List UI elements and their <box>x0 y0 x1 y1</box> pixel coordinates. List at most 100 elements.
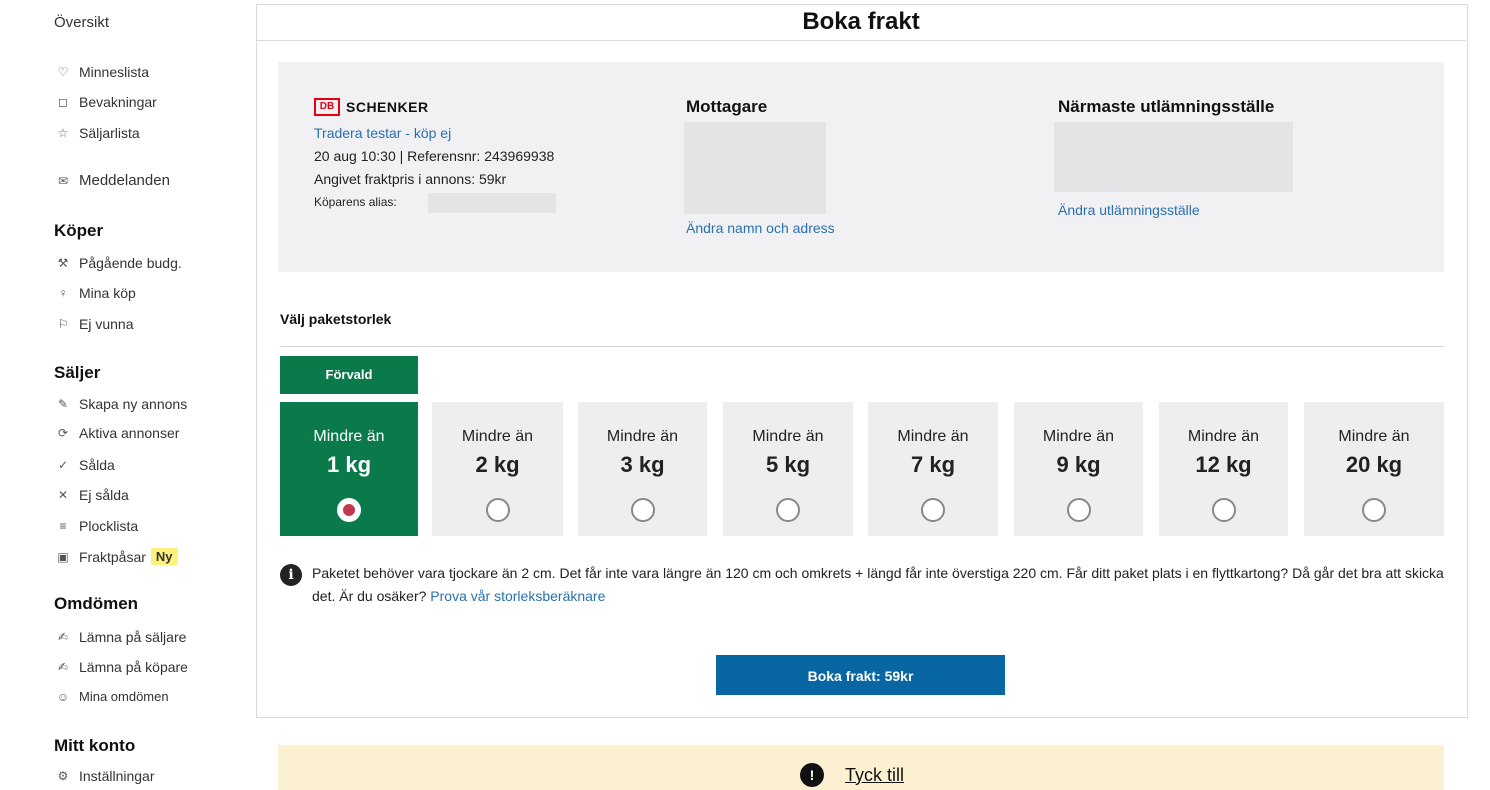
size-calculator-link[interactable]: Prova vår storleksberäknare <box>430 588 605 604</box>
package-option[interactable]: Mindre än 2 kg <box>432 402 563 536</box>
edit-icon: ✍ <box>57 630 69 644</box>
package-radio[interactable] <box>776 498 800 522</box>
recipient-title: Mottagare <box>686 97 768 116</box>
tag-icon: ⟳ <box>57 426 69 440</box>
package-radio[interactable] <box>1066 498 1091 522</box>
feedback-link[interactable]: ! Tyck till <box>800 763 904 787</box>
package-radio[interactable] <box>1211 498 1236 522</box>
lost-icon: ⚐ <box>57 317 69 331</box>
sidebar-heading-buyer: Köper <box>54 221 104 240</box>
carrier-name: SCHENKER <box>346 99 429 115</box>
package-option[interactable]: Mindre än 9 kg <box>1014 402 1143 536</box>
bag-icon: ♀ <box>58 286 68 300</box>
sidebar-heading-reviews: Omdömen <box>54 594 139 613</box>
date-reference: 20 aug 10:30 | Referensnr: 243969938 <box>314 148 555 164</box>
package-prefix: Mindre än <box>461 428 534 445</box>
package-radio[interactable] <box>485 498 510 522</box>
sidebar-item-label: Aktiva annonser <box>79 425 180 441</box>
sidebar-item-create-listing[interactable]: ✎ Skapa ny annons <box>54 396 187 412</box>
sidebar: Översikt ♡ Minneslista ◻ Bevakningar ☆ S… <box>0 0 250 790</box>
cross-icon: ✕ <box>57 488 69 502</box>
package-size: 9 kg <box>1056 452 1101 477</box>
sidebar-item-not-sold[interactable]: ✕ Ej sålda <box>54 487 129 503</box>
package-size: 20 kg <box>1345 452 1403 477</box>
package-size: 12 kg <box>1195 452 1252 477</box>
sidebar-item-picklist[interactable]: ≡ Plocklista <box>54 518 138 534</box>
heart-icon: ♡ <box>57 65 69 79</box>
package-option[interactable]: Mindre än 1 kg <box>280 402 418 536</box>
package-size: 7 kg <box>910 452 956 477</box>
sidebar-item-overview[interactable]: Översikt <box>54 14 109 31</box>
sidebar-item-label: Mina köp <box>79 285 136 301</box>
package-prefix: Mindre än <box>313 428 385 445</box>
star-icon: ☆ <box>57 126 69 140</box>
sidebar-item-settings[interactable]: ⚙ Inställningar <box>54 768 155 784</box>
sidebar-item-watches[interactable]: ◻ Bevakningar <box>54 94 157 110</box>
package-prefix: Mindre än <box>606 428 679 445</box>
notice-body: Paketet behöver vara tjockare än 2 cm. D… <box>312 562 1444 608</box>
package-option[interactable]: Mindre än 7 kg <box>868 402 998 536</box>
carrier-logo: DB SCHENKER <box>314 98 429 116</box>
info-icon: i <box>280 564 302 586</box>
check-icon: ✓ <box>57 458 69 472</box>
package-size: 1 kg <box>326 452 372 477</box>
divider <box>280 346 1444 347</box>
package-icon: ▣ <box>57 549 69 564</box>
sidebar-item-label: Plocklista <box>79 518 139 534</box>
pickup-address-redacted <box>1054 122 1293 192</box>
package-option[interactable]: Mindre än 12 kg <box>1159 402 1288 536</box>
sidebar-item-messages[interactable]: ✉ Meddelanden <box>54 172 170 189</box>
feedback-label[interactable]: Tyck till <box>845 765 904 786</box>
sidebar-item-label: Lämna på köpare <box>79 659 188 675</box>
recipient-address-redacted <box>684 122 826 214</box>
package-radio[interactable] <box>1362 498 1386 522</box>
pencil-icon: ✎ <box>57 397 69 411</box>
alias-label: Köparens alias: <box>314 195 397 209</box>
sidebar-item-my-purchases[interactable]: ♀ Mina köp <box>54 285 136 301</box>
package-size-heading: Välj paketstorlek <box>280 311 392 327</box>
change-pickup-link[interactable]: Ändra utlämningsställe <box>1058 202 1200 218</box>
sidebar-item-sellerlist[interactable]: ☆ Säljarlista <box>54 125 140 141</box>
sidebar-item-review-buyer[interactable]: ✍ Lämna på köpare <box>54 659 188 675</box>
sidebar-item-active-listings[interactable]: ⟳ Aktiva annonser <box>54 425 179 441</box>
sidebar-item-label: Ej sålda <box>79 487 129 503</box>
list-icon: ≡ <box>59 519 67 533</box>
package-radio[interactable] <box>630 498 655 522</box>
gear-icon: ⚙ <box>57 769 69 783</box>
sidebar-item-label: Säljarlista <box>79 125 140 141</box>
package-radio[interactable] <box>921 498 945 522</box>
package-prefix: Mindre än <box>1187 428 1260 445</box>
bookmark-icon: ◻ <box>58 95 68 109</box>
book-shipping-button[interactable]: Boka frakt: 59kr <box>716 655 1005 695</box>
package-option[interactable]: Mindre än 20 kg <box>1304 402 1444 536</box>
sidebar-item-shipping-bags[interactable]: ▣ Fraktpåsar Ny <box>54 548 178 565</box>
smile-icon: ☺ <box>56 689 70 704</box>
package-option[interactable]: Mindre än 5 kg <box>723 402 853 536</box>
feedback-icon: ! <box>800 763 824 787</box>
sidebar-item-label: Meddelanden <box>79 172 170 189</box>
sidebar-item-sold[interactable]: ✓ Sålda <box>54 457 115 473</box>
package-notice: i Paketet behöver vara tjockare än 2 cm.… <box>280 562 1444 608</box>
default-tag: Förvald <box>280 356 418 394</box>
sidebar-item-label: Bevakningar <box>79 94 157 110</box>
package-size: 3 kg <box>620 452 665 477</box>
sidebar-heading-seller: Säljer <box>54 363 101 382</box>
package-size: 2 kg <box>475 452 520 477</box>
package-prefix: Mindre än <box>1042 428 1115 445</box>
sidebar-item-not-won[interactable]: ⚐ Ej vunna <box>54 316 134 332</box>
item-link[interactable]: Tradera testar - köp ej <box>314 125 451 141</box>
sidebar-item-label: Lämna på säljare <box>79 629 187 645</box>
sidebar-item-label: Fraktpåsar <box>79 548 146 565</box>
sidebar-item-ongoing-bids[interactable]: ⚒ Pågående budg. <box>54 255 182 271</box>
sidebar-item-review-seller[interactable]: ✍ Lämna på säljare <box>54 629 186 645</box>
sidebar-item-my-reviews[interactable]: ☺ Mina omdömen <box>54 689 169 704</box>
sidebar-item-label: Minneslista <box>79 64 150 80</box>
package-option[interactable]: Mindre än 3 kg <box>578 402 707 536</box>
price-note: Angivet fraktpris i annons: 59kr <box>314 171 507 187</box>
sidebar-item-wishlist[interactable]: ♡ Minneslista <box>54 64 149 80</box>
sidebar-item-label: Skapa ny annons <box>79 396 188 412</box>
sidebar-item-label: Sålda <box>79 457 115 473</box>
package-radio[interactable] <box>337 498 361 522</box>
change-recipient-link[interactable]: Ändra namn och adress <box>686 220 835 236</box>
new-badge: Ny <box>150 548 178 565</box>
